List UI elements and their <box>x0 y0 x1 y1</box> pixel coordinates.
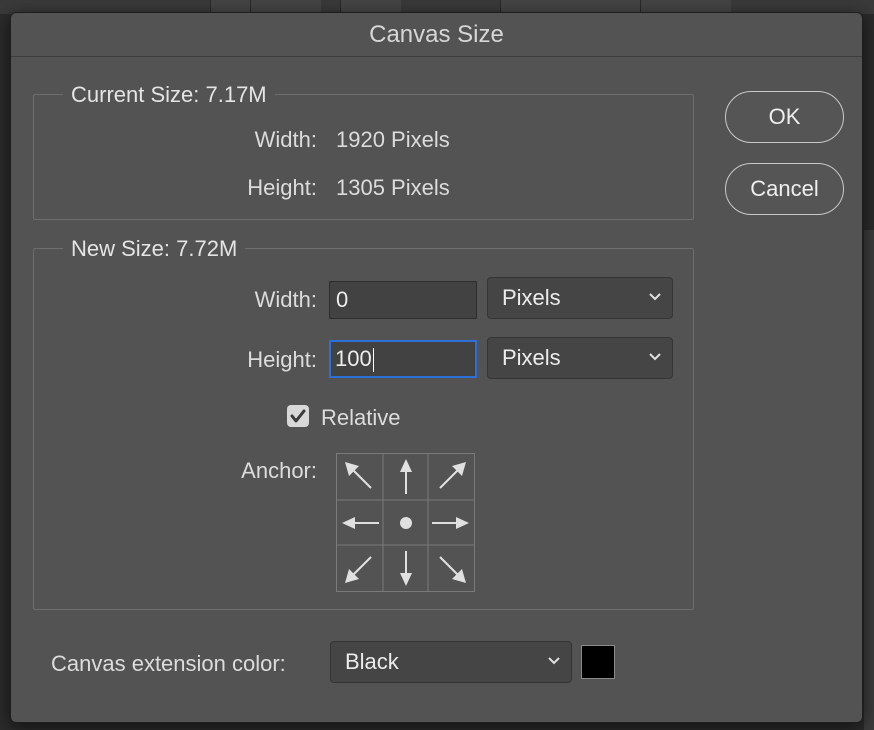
extension-color-swatch[interactable] <box>581 645 615 679</box>
new-height-label: Height: <box>247 347 317 372</box>
current-height-label: Height: <box>247 175 317 200</box>
current-height-value: 1305 Pixels <box>336 175 450 200</box>
dialog-title: Canvas Size <box>11 13 862 57</box>
extension-color-value: Black <box>345 649 399 674</box>
arrow-up-icon <box>400 459 412 494</box>
height-input-value: 100 <box>335 346 372 371</box>
width-unit-select[interactable]: Pixels <box>487 277 673 319</box>
arrow-down-left-icon <box>345 556 372 583</box>
arrow-down-right-icon <box>439 556 466 583</box>
current-width-value: 1920 Pixels <box>336 127 450 152</box>
current-width-label: Width: <box>254 127 317 152</box>
chevron-down-icon <box>548 657 560 665</box>
anchor-top[interactable] <box>383 454 429 500</box>
relative-label[interactable]: Relative <box>321 405 400 431</box>
cancel-button[interactable]: Cancel <box>725 163 844 215</box>
height-unit-value: Pixels <box>502 345 561 370</box>
background-panel <box>864 230 874 730</box>
anchor-left[interactable] <box>337 500 383 546</box>
anchor-top-left[interactable] <box>337 454 383 500</box>
anchor-grid <box>336 453 475 592</box>
chevron-down-icon <box>649 353 661 361</box>
relative-checkbox[interactable] <box>287 405 309 427</box>
height-unit-select[interactable]: Pixels <box>487 337 673 379</box>
arrow-down-icon <box>400 551 412 586</box>
extension-color-select[interactable]: Black <box>330 641 572 683</box>
chevron-down-icon <box>649 293 661 301</box>
arrow-left-icon <box>342 517 379 529</box>
anchor-bottom-right[interactable] <box>428 545 474 591</box>
extension-color-label: Canvas extension color: <box>51 651 286 676</box>
anchor-top-right[interactable] <box>428 454 474 500</box>
anchor-center[interactable] <box>383 500 429 546</box>
anchor-label: Anchor: <box>241 458 317 483</box>
ok-button[interactable]: OK <box>725 91 844 143</box>
arrow-right-icon <box>432 517 469 529</box>
checkmark-icon <box>290 409 306 423</box>
current-size-legend: Current Size: 7.17M <box>63 82 275 108</box>
arrow-up-right-icon <box>439 462 466 489</box>
anchor-center-dot-icon <box>400 517 412 529</box>
arrow-up-left-icon <box>345 462 372 489</box>
anchor-bottom[interactable] <box>383 545 429 591</box>
current-size-group <box>33 94 694 220</box>
anchor-right[interactable] <box>428 500 474 546</box>
anchor-bottom-left[interactable] <box>337 545 383 591</box>
new-size-legend: New Size: 7.72M <box>63 236 246 262</box>
new-width-label: Width: <box>254 287 317 312</box>
text-caret <box>372 348 374 373</box>
width-unit-value: Pixels <box>502 285 561 310</box>
width-input-value: 0 <box>336 287 349 312</box>
height-input[interactable]: 100 <box>329 340 477 378</box>
canvas-size-dialog: Canvas Size Current Size: 7.17M Width: 1… <box>10 12 863 723</box>
width-input[interactable]: 0 <box>329 281 477 319</box>
